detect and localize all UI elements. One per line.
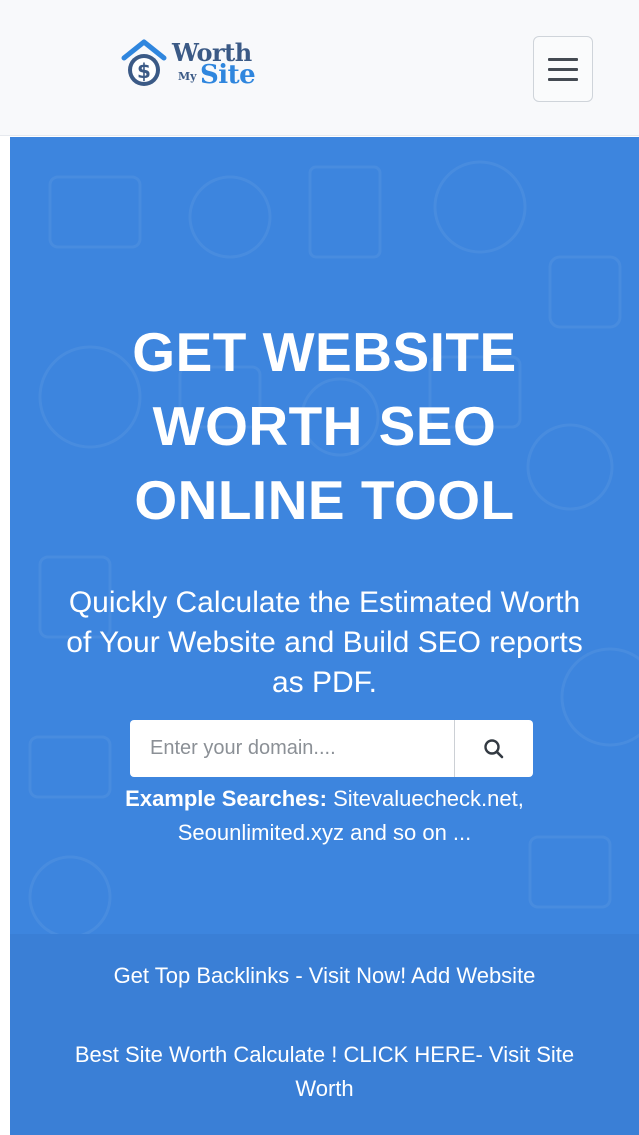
example-searches: Example Searches: Sitevaluecheck.net, Se… <box>10 782 639 850</box>
hero-subtitle-line: as PDF. <box>271 666 378 699</box>
search-icon <box>484 738 504 758</box>
site-worth-promo-link[interactable]: Best Site Worth Calculate ! CLICK HERE- … <box>10 1038 639 1106</box>
hamburger-menu-icon <box>548 67 578 71</box>
site-worth-promo-line: Worth <box>295 1076 354 1101</box>
hamburger-menu-icon <box>548 57 578 61</box>
domain-search-input[interactable] <box>130 720 454 777</box>
hero-subtitle-line: Quickly Calculate the Estimated Worth <box>68 586 581 619</box>
search-button[interactable] <box>454 720 533 777</box>
hero-title-line: GET WEBSITE <box>132 321 517 383</box>
navbar: $ Worth My Site <box>0 0 639 136</box>
site-worth-promo-line: Best Site Worth Calculate ! CLICK HERE- … <box>74 1042 575 1067</box>
logo-word-my: My <box>178 70 197 83</box>
hero-subtitle-line: of Your Website and Build SEO reports <box>66 626 583 659</box>
hero-subtitle: Quickly Calculate the Estimated Worth of… <box>10 583 639 703</box>
hamburger-menu-button[interactable] <box>533 36 593 102</box>
example-search-link[interactable]: Seounlimited.xyz and so on ... <box>178 820 472 845</box>
promo-links-band: Get Top Backlinks - Visit Now! Add Websi… <box>10 934 639 1135</box>
logo-word-site: Site <box>200 60 256 90</box>
hero-title-line: ONLINE TOOL <box>134 469 515 531</box>
site-logo[interactable]: $ Worth My Site <box>120 36 290 96</box>
hero-title: GET WEBSITE WORTH SEO ONLINE TOOL <box>10 315 639 537</box>
hamburger-menu-icon <box>548 77 578 81</box>
example-search-link[interactable]: Sitevaluecheck.net, <box>333 786 524 811</box>
svg-text:$: $ <box>137 59 151 83</box>
domain-search-form <box>130 720 533 777</box>
hero-section: GET WEBSITE WORTH SEO ONLINE TOOL Quickl… <box>10 137 639 1135</box>
dollar-house-icon: $ <box>121 39 167 86</box>
backlinks-promo-link[interactable]: Get Top Backlinks - Visit Now! Add Websi… <box>10 959 639 993</box>
hero-title-line: WORTH SEO <box>152 395 497 457</box>
example-searches-label: Example Searches: <box>125 786 327 811</box>
